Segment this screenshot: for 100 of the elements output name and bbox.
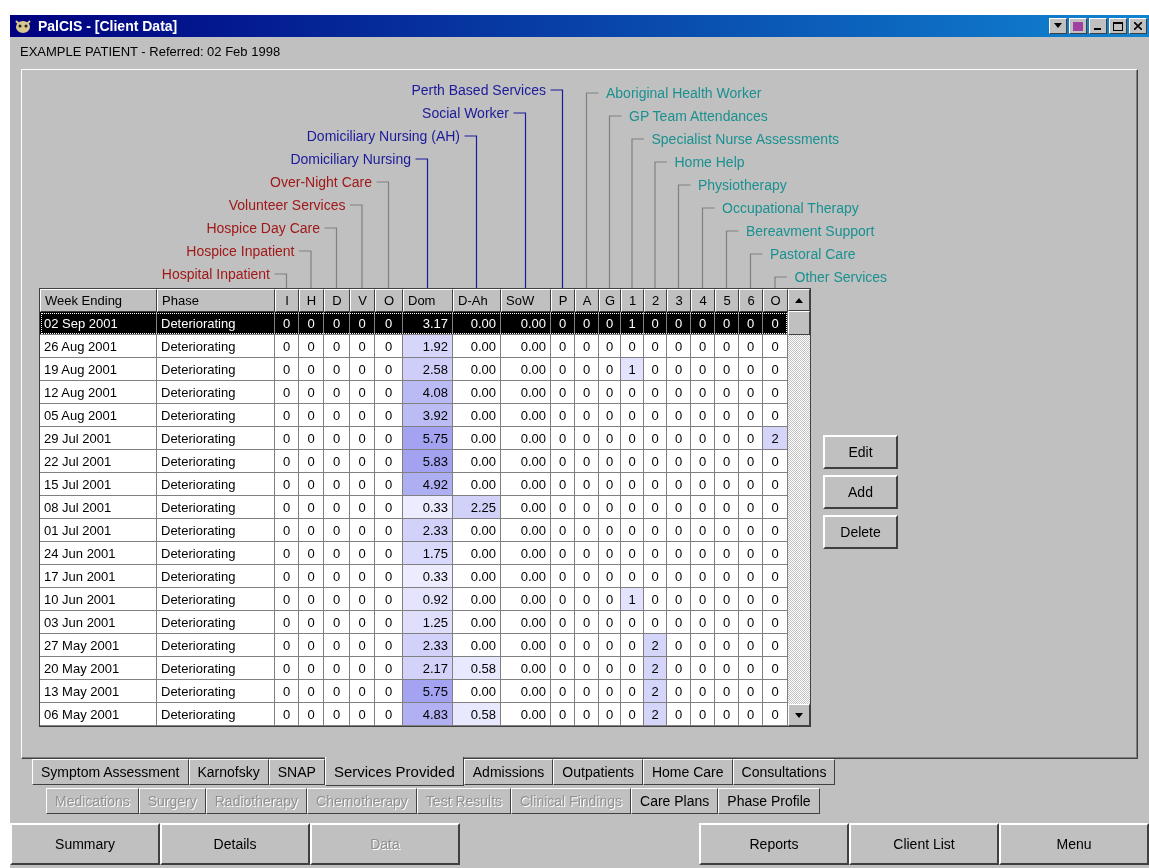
table-cell: 5.75 — [403, 427, 453, 450]
action-button[interactable]: Add — [823, 475, 898, 509]
table-row[interactable]: 02 Sep 2001 Deteriorating 0 0 0 0 0 3.17 0.00 0.00 0 0 0 1 0 0 0 0 0 0 — [40, 312, 788, 335]
service-legend-label: Volunteer Services — [228, 197, 346, 213]
table-cell: 0 — [551, 703, 575, 726]
table-row[interactable]: 17 Jun 2001 Deteriorating 0 0 0 0 0 0.33 0.00 0.00 0 0 0 0 0 0 0 0 0 0 — [40, 565, 788, 588]
nav-button[interactable]: Details — [160, 823, 310, 865]
table-cell: 2.33 — [403, 634, 453, 657]
tab[interactable]: Phase Profile — [718, 788, 820, 814]
table-cell: 0 — [575, 703, 599, 726]
scroll-down-icon[interactable] — [788, 704, 810, 726]
table-row[interactable]: 13 May 2001 Deteriorating 0 0 0 0 0 5.75 0.00 0.00 0 0 0 0 2 0 0 0 0 0 — [40, 680, 788, 703]
table-cell: 0.58 — [453, 657, 501, 680]
column-header[interactable]: 2 — [644, 289, 667, 312]
column-header[interactable]: O — [375, 289, 403, 312]
table-row[interactable]: 10 Jun 2001 Deteriorating 0 0 0 0 0 0.92 0.00 0.00 0 0 0 1 0 0 0 0 0 0 — [40, 588, 788, 611]
table-row[interactable]: 12 Aug 2001 Deteriorating 0 0 0 0 0 4.08 0.00 0.00 0 0 0 0 0 0 0 0 0 0 — [40, 381, 788, 404]
column-header[interactable]: 3 — [667, 289, 691, 312]
service-legend-label: Domiciliary Nursing (AH) — [306, 128, 460, 144]
column-header[interactable]: Week Ending — [40, 289, 157, 312]
table-cell: 1.92 — [403, 335, 453, 358]
column-header[interactable]: V — [350, 289, 375, 312]
tab[interactable]: Consultations — [732, 759, 836, 785]
action-button[interactable]: Edit — [823, 435, 898, 469]
column-header[interactable]: G — [599, 289, 621, 312]
tab[interactable]: SNAP — [268, 759, 325, 785]
table-cell: 0 — [667, 703, 691, 726]
column-header[interactable]: 4 — [691, 289, 715, 312]
service-legend-label: Social Worker — [422, 105, 509, 121]
nav-button[interactable]: Menu — [999, 823, 1149, 865]
window-title: PalCIS - [Client Data] — [38, 18, 179, 34]
service-legend-label: Hospice Day Care — [206, 220, 320, 236]
minimize-icon[interactable] — [1089, 18, 1107, 34]
tab[interactable]: Outpatients — [553, 759, 643, 785]
table-cell: 0 — [599, 703, 621, 726]
service-legend-label: Domiciliary Nursing — [290, 151, 411, 167]
nav-button[interactable]: Summary — [10, 823, 160, 865]
column-header[interactable]: D-Ah — [453, 289, 501, 312]
column-header[interactable]: SoW — [501, 289, 551, 312]
table-cell: 2 — [644, 680, 667, 703]
close-icon[interactable] — [1129, 18, 1147, 34]
service-legend-label: Bereavment Support — [746, 223, 875, 239]
action-button[interactable]: Delete — [823, 515, 898, 549]
table-cell: 1.75 — [403, 542, 453, 565]
table-row[interactable]: 03 Jun 2001 Deteriorating 0 0 0 0 0 1.25 0.00 0.00 0 0 0 0 0 0 0 0 0 0 — [40, 611, 788, 634]
table-cell: 0.92 — [403, 588, 453, 611]
vertical-scrollbar[interactable] — [788, 289, 810, 726]
tab[interactable]: Symptom Assessment — [32, 759, 189, 785]
table-cell: 0 — [691, 703, 715, 726]
table-row[interactable]: 05 Aug 2001 Deteriorating 0 0 0 0 0 3.92 0.00 0.00 0 0 0 0 0 0 0 0 0 0 — [40, 404, 788, 427]
nav-button[interactable]: Client List — [849, 823, 999, 865]
table-cell: 06 May 2001 — [40, 703, 157, 726]
table-row[interactable]: 26 Aug 2001 Deteriorating 0 0 0 0 0 1.92 0.00 0.00 0 0 0 0 0 0 0 0 0 0 — [40, 335, 788, 358]
column-header[interactable]: I — [275, 289, 299, 312]
table-cell: 2 — [644, 657, 667, 680]
maximize-icon[interactable] — [1109, 18, 1127, 34]
table-cell: Deteriorating — [157, 703, 275, 726]
table-cell: 0 — [715, 703, 739, 726]
column-header[interactable]: 5 — [715, 289, 739, 312]
dropdown-icon[interactable] — [1049, 18, 1067, 34]
grid-icon[interactable] — [1069, 18, 1087, 34]
table-row[interactable]: 08 Jul 2001 Deteriorating 0 0 0 0 0 0.33 2.25 0.00 0 0 0 0 0 0 0 0 0 0 — [40, 496, 788, 519]
column-header[interactable]: O — [763, 289, 788, 312]
tab[interactable]: Home Care — [642, 759, 733, 785]
table-row[interactable]: 29 Jul 2001 Deteriorating 0 0 0 0 0 5.75 0.00 0.00 0 0 0 0 0 0 0 0 0 2 — [40, 427, 788, 450]
scroll-up-icon[interactable] — [788, 289, 810, 311]
table-row[interactable]: 15 Jul 2001 Deteriorating 0 0 0 0 0 4.92 0.00 0.00 0 0 0 0 0 0 0 0 0 0 — [40, 473, 788, 496]
scroll-thumb[interactable] — [788, 311, 810, 335]
tab[interactable]: Admissions — [463, 759, 554, 785]
table-cell: 2.17 — [403, 657, 453, 680]
column-header[interactable]: Dom — [403, 289, 453, 312]
table-cell: 1 — [621, 358, 644, 381]
service-legend-label: Over-Night Care — [270, 174, 372, 190]
table-cell: 2 — [644, 634, 667, 657]
table-cell: 2 — [763, 427, 788, 450]
service-legend-label: Perth Based Services — [411, 82, 546, 98]
service-legend-label: Physiotherapy — [698, 177, 787, 193]
table-row[interactable]: 01 Jul 2001 Deteriorating 0 0 0 0 0 2.33 0.00 0.00 0 0 0 0 0 0 0 0 0 0 — [40, 519, 788, 542]
table-cell: 2.33 — [403, 519, 453, 542]
nav-button[interactable]: Reports — [699, 823, 849, 865]
tab[interactable]: Care Plans — [631, 788, 719, 814]
column-header[interactable]: 1 — [621, 289, 644, 312]
table-row[interactable]: 19 Aug 2001 Deteriorating 0 0 0 0 0 2.58 0.00 0.00 0 0 0 1 0 0 0 0 0 0 — [40, 358, 788, 381]
table-row[interactable]: 06 May 2001 Deteriorating 0 0 0 0 0 4.83 0.58 0.00 0 0 0 0 2 0 0 0 0 0 — [40, 703, 788, 726]
column-header[interactable]: A — [575, 289, 599, 312]
table-row[interactable]: 24 Jun 2001 Deteriorating 0 0 0 0 0 1.75 0.00 0.00 0 0 0 0 0 0 0 0 0 0 — [40, 542, 788, 565]
tab[interactable]: Services Provided — [324, 757, 464, 786]
column-header[interactable]: D — [324, 289, 350, 312]
table-row[interactable]: 22 Jul 2001 Deteriorating 0 0 0 0 0 5.83 0.00 0.00 0 0 0 0 0 0 0 0 0 0 — [40, 450, 788, 473]
service-legend-label: Home Help — [674, 154, 745, 170]
tab[interactable]: Karnofsky — [188, 759, 269, 785]
table-cell: 1.25 — [403, 611, 453, 634]
column-header[interactable]: 6 — [739, 289, 763, 312]
table-row[interactable]: 27 May 2001 Deteriorating 0 0 0 0 0 2.33 0.00 0.00 0 0 0 0 2 0 0 0 0 0 — [40, 634, 788, 657]
column-header[interactable]: Phase — [157, 289, 275, 312]
table-cell: 1 — [621, 588, 644, 611]
table-row[interactable]: 20 May 2001 Deteriorating 0 0 0 0 0 2.17 0.58 0.00 0 0 0 0 2 0 0 0 0 0 — [40, 657, 788, 680]
table-cell: 4.08 — [403, 381, 453, 404]
column-header[interactable]: H — [299, 289, 324, 312]
column-header[interactable]: P — [551, 289, 575, 312]
